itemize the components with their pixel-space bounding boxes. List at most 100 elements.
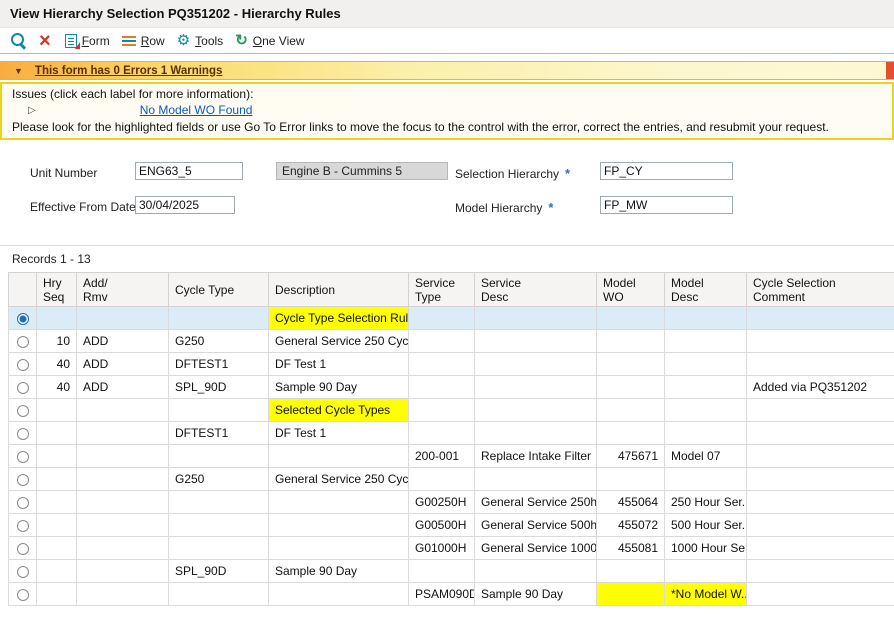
row-select-cell[interactable]: [9, 399, 37, 422]
row-select-cell[interactable]: [9, 537, 37, 560]
table-row[interactable]: G250General Service 250 Cycle: [9, 468, 894, 491]
cell-comment: [747, 537, 894, 560]
selection-hierarchy-input[interactable]: [600, 162, 733, 180]
grid-header-service_type[interactable]: Service Type: [409, 273, 475, 307]
cell-model_desc: 500 Hour Ser...: [665, 514, 747, 537]
row-select-cell[interactable]: [9, 583, 37, 606]
row-select-cell[interactable]: [9, 560, 37, 583]
row-radio[interactable]: [17, 497, 29, 509]
row-radio[interactable]: [17, 382, 29, 394]
cell-description: [269, 583, 409, 606]
cell-hry_seq: 40: [37, 376, 77, 399]
warning-summary-link[interactable]: This form has 0 Errors 1 Warnings: [35, 65, 222, 77]
cell-add_rmv: [77, 560, 169, 583]
cell-service_type: [409, 307, 475, 330]
table-row[interactable]: 200-001Replace Intake Filter475671Model …: [9, 445, 894, 468]
cell-add_rmv: [77, 491, 169, 514]
cell-model_desc: [665, 560, 747, 583]
issue-arrow-icon: ▷: [28, 105, 36, 116]
model-hierarchy-label: Model Hierarchy*: [455, 200, 553, 215]
table-row[interactable]: SPL_90DSample 90 Day: [9, 560, 894, 583]
table-row[interactable]: Cycle Type Selection Rules: [9, 307, 894, 330]
unit-number-input[interactable]: [135, 162, 243, 180]
issue-link-no-model-wo[interactable]: No Model WO Found: [140, 103, 253, 117]
table-row[interactable]: PSAM090DSample 90 Day*No Model W...: [9, 583, 894, 606]
table-row[interactable]: G00500HGeneral Service 500hr455072500 Ho…: [9, 514, 894, 537]
table-row[interactable]: DFTEST1DF Test 1: [9, 422, 894, 445]
cell-model_wo: [597, 468, 665, 491]
row-select-cell[interactable]: [9, 353, 37, 376]
header-form: Unit Number Engine B - Cummins 5 Selecti…: [0, 146, 894, 246]
row-radio[interactable]: [17, 520, 29, 532]
cell-service_type: G01000H: [409, 537, 475, 560]
row-radio[interactable]: [17, 428, 29, 440]
cell-comment: [747, 422, 894, 445]
model-hierarchy-input[interactable]: [600, 196, 733, 214]
row-radio[interactable]: [17, 451, 29, 463]
collapse-caret-icon[interactable]: ▼: [14, 66, 23, 76]
table-row[interactable]: 10ADDG250General Service 250 Cycle: [9, 330, 894, 353]
row-radio[interactable]: [17, 566, 29, 578]
cell-hry_seq: 40: [37, 353, 77, 376]
cell-service_desc: General Service 250hr: [475, 491, 597, 514]
row-exit-icon: [122, 35, 136, 47]
row-select-cell[interactable]: [9, 468, 37, 491]
row-select-cell[interactable]: [9, 422, 37, 445]
grid-header-add_rmv[interactable]: Add/ Rmv: [77, 273, 169, 307]
issues-instructions: Please look for the highlighted fields o…: [12, 120, 882, 134]
cell-hry_seq: [37, 422, 77, 445]
row-select-cell[interactable]: [9, 307, 37, 330]
cell-model_wo: [597, 353, 665, 376]
cell-model_desc: *No Model W...: [665, 583, 747, 606]
row-menu-button[interactable]: Row: [122, 34, 165, 48]
cell-cycle_type: [169, 399, 269, 422]
close-icon[interactable]: ×: [39, 31, 51, 51]
cell-service_desc: Sample 90 Day: [475, 583, 597, 606]
cell-service_type: [409, 422, 475, 445]
grid-header-cycle_type[interactable]: Cycle Type: [169, 273, 269, 307]
one-view-menu-button[interactable]: ↻ One View: [235, 33, 304, 48]
cell-model_desc: [665, 468, 747, 491]
issue-row: ▷ No Model WO Found: [28, 103, 882, 117]
effective-from-date-input[interactable]: [135, 196, 235, 214]
form-menu-button[interactable]: Form: [65, 34, 110, 48]
row-select-cell[interactable]: [9, 330, 37, 353]
grid-header-service_desc[interactable]: Service Desc: [475, 273, 597, 307]
row-radio[interactable]: [17, 359, 29, 371]
row-radio[interactable]: [17, 405, 29, 417]
grid-header-description[interactable]: Description: [269, 273, 409, 307]
cell-add_rmv: [77, 422, 169, 445]
grid-header-comment[interactable]: Cycle Selection Comment: [747, 273, 894, 307]
row-select-cell[interactable]: [9, 491, 37, 514]
table-row[interactable]: 40ADDSPL_90DSample 90 DayAdded via PQ351…: [9, 376, 894, 399]
table-row[interactable]: G00250HGeneral Service 250hr455064250 Ho…: [9, 491, 894, 514]
row-radio[interactable]: [17, 313, 29, 325]
row-radio[interactable]: [17, 589, 29, 601]
row-radio[interactable]: [17, 336, 29, 348]
table-row[interactable]: Selected Cycle Types: [9, 399, 894, 422]
cell-hry_seq: [37, 560, 77, 583]
cell-model_wo: 455081: [597, 537, 665, 560]
cell-cycle_type: G250: [169, 468, 269, 491]
row-select-cell[interactable]: [9, 376, 37, 399]
cell-service_desc: [475, 399, 597, 422]
cell-add_rmv: ADD: [77, 330, 169, 353]
cell-add_rmv: [77, 445, 169, 468]
grid-header-model_wo[interactable]: Model WO: [597, 273, 665, 307]
tools-menu-button[interactable]: ⚙ Tools: [177, 33, 223, 48]
severity-edge-bar: [886, 62, 894, 79]
row-radio[interactable]: [17, 543, 29, 555]
row-select-cell[interactable]: [9, 445, 37, 468]
cell-description: Sample 90 Day: [269, 560, 409, 583]
row-radio[interactable]: [17, 474, 29, 486]
table-row[interactable]: 40ADDDFTEST1DF Test 1: [9, 353, 894, 376]
grid-header-hry_seq[interactable]: Hry Seq: [37, 273, 77, 307]
find-icon[interactable]: [10, 32, 27, 49]
table-row[interactable]: G01000HGeneral Service 1000hr4550811000 …: [9, 537, 894, 560]
cell-model_wo: 455064: [597, 491, 665, 514]
cell-description: Cycle Type Selection Rules: [269, 307, 409, 330]
grid-header-model_desc[interactable]: Model Desc: [665, 273, 747, 307]
row-select-cell[interactable]: [9, 514, 37, 537]
cell-model_desc: [665, 422, 747, 445]
cell-model_wo: [597, 560, 665, 583]
